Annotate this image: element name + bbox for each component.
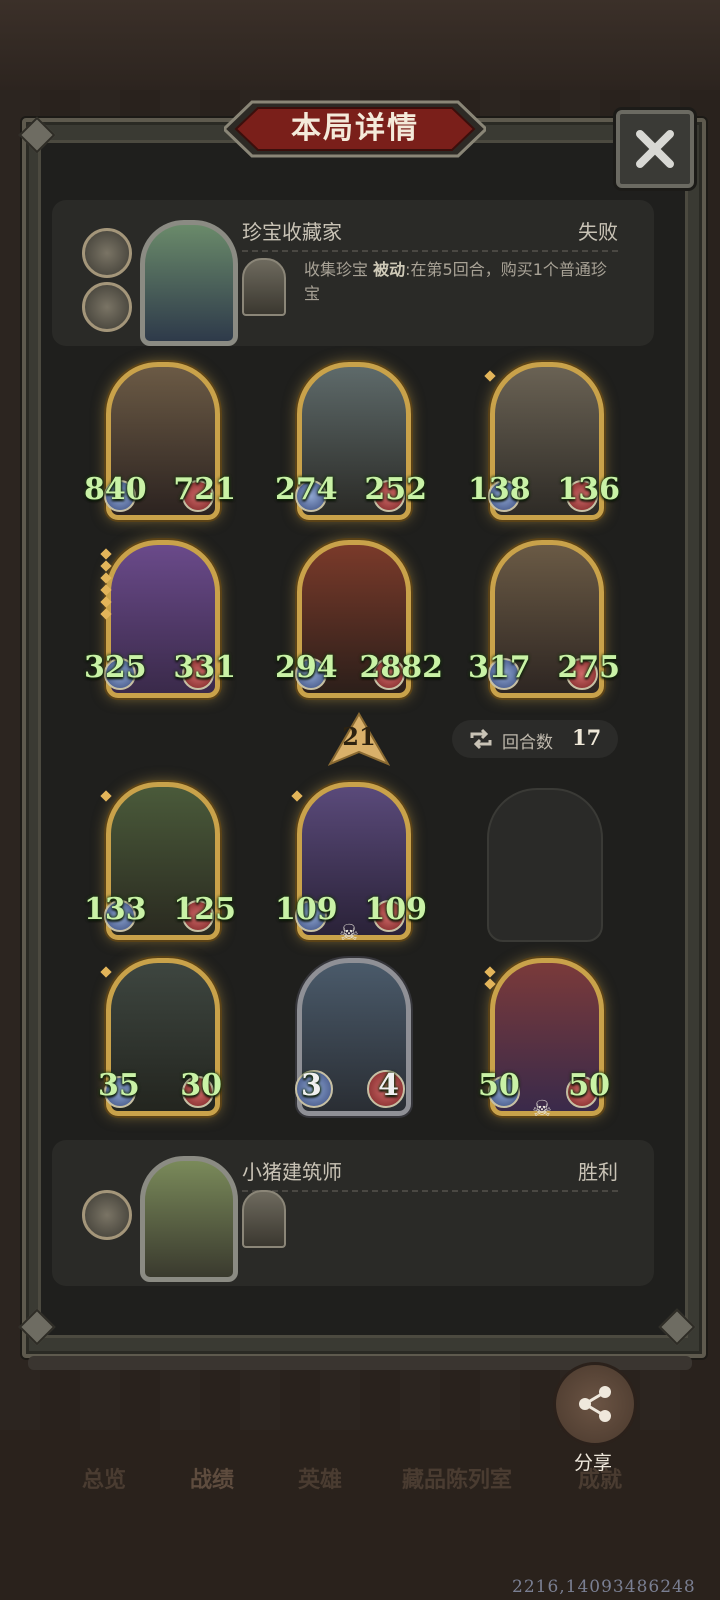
unit-attack: 274 (275, 472, 338, 507)
enemy-unit[interactable]: 840 721 (84, 362, 236, 520)
close-button[interactable] (616, 110, 694, 188)
unit-health: 4 (378, 1068, 399, 1103)
level-badge: 21 (327, 712, 391, 767)
player-unit[interactable]: 50 50 ☠ (478, 958, 610, 1122)
relic-icon[interactable] (82, 282, 132, 332)
enemy-unit[interactable]: 325 331 (84, 540, 236, 698)
page-title: 本局详情 (291, 111, 419, 146)
top-background (0, 0, 720, 90)
relic-icon[interactable] (82, 1190, 132, 1240)
unit-health: 109 (364, 892, 427, 927)
enemy-unit[interactable]: 138 136 (468, 362, 620, 520)
skill-icon[interactable] (242, 1190, 286, 1248)
tab-overview[interactable]: 总览 (82, 1462, 126, 1494)
tab-collection[interactable]: 藏品陈列室 (402, 1462, 512, 1494)
unit-health: 30 (180, 1068, 222, 1103)
rounds-value: 17 (572, 725, 602, 750)
unit-health: 721 (173, 472, 236, 507)
player-unit[interactable]: 109 109 ☠ (275, 782, 427, 946)
unit-health: 136 (557, 472, 620, 507)
footer-code: 2216,14093486248 (512, 1577, 696, 1597)
tab-record[interactable]: 战绩 (190, 1462, 234, 1494)
unit-health: 275 (557, 650, 620, 685)
unit-attack: 50 (478, 1068, 520, 1103)
player-unit[interactable]: 35 30 (98, 958, 222, 1116)
opponent-name: 珍宝收藏家 (242, 220, 342, 244)
enemy-unit[interactable]: 294 2882 (275, 540, 443, 698)
enemy-unit[interactable]: 274 252 (275, 362, 427, 520)
unit-health: 50 (568, 1068, 610, 1103)
star-rank (291, 790, 303, 804)
player-name: 小猪建筑师 (242, 1160, 342, 1184)
skull-icon: ☠ (339, 921, 359, 946)
unit-attack: 317 (468, 650, 531, 685)
star-rank (100, 548, 112, 622)
unit-attack: 3 (301, 1068, 322, 1103)
tab-heroes[interactable]: 英雄 (298, 1462, 342, 1494)
skill-icon[interactable] (242, 258, 286, 316)
unit-attack: 133 (84, 892, 147, 927)
title-plate: 本局详情 (224, 100, 486, 158)
divider (242, 1190, 618, 1192)
skill-description: 收集珍宝 被动:在第5回合，购买1个普通珍宝 (304, 258, 622, 306)
close-icon (636, 130, 674, 168)
skull-icon: ☠ (532, 1097, 552, 1122)
player-result: 胜利 (578, 1160, 618, 1184)
enemy-unit[interactable]: 317 275 (468, 540, 620, 698)
star-rank (484, 966, 496, 992)
rounds-indicator: 回合数 17 (452, 720, 618, 758)
share-icon (579, 1386, 611, 1422)
unit-attack: 35 (98, 1068, 140, 1103)
relic-icon[interactable] (82, 228, 132, 278)
empty-unit-slot[interactable] (487, 788, 603, 942)
share-button[interactable] (553, 1362, 637, 1446)
unit-attack: 325 (84, 650, 147, 685)
unit-health: 2882 (359, 650, 444, 685)
star-rank (484, 370, 496, 384)
player-unit[interactable]: 3 4 (291, 958, 411, 1116)
skill-name: 收集珍宝 (304, 260, 369, 279)
opponent-card: 珍宝收藏家 失败 收集珍宝 被动:在第5回合，购买1个普通珍宝 (52, 200, 654, 346)
unit-attack: 840 (84, 472, 147, 507)
share-label: 分享 (573, 1452, 612, 1474)
unit-health: 252 (364, 472, 427, 507)
opponent-portrait[interactable] (140, 220, 238, 346)
unit-attack: 294 (275, 650, 338, 685)
star-rank (100, 790, 112, 804)
opponent-result: 失败 (578, 220, 618, 244)
skill-type: 被动 (373, 260, 406, 279)
player-card: 小猪建筑师 胜利 (52, 1140, 654, 1286)
star-rank (100, 966, 112, 980)
rounds-label: 回合数 (502, 733, 553, 753)
player-portrait[interactable] (140, 1156, 238, 1282)
level-value: 21 (342, 722, 376, 751)
unit-health: 331 (173, 650, 236, 685)
unit-attack: 109 (275, 892, 338, 927)
repeat-icon (470, 728, 492, 750)
unit-attack: 138 (468, 472, 531, 507)
player-unit[interactable]: 133 125 (84, 782, 236, 940)
divider (242, 250, 618, 252)
unit-health: 125 (173, 892, 236, 927)
